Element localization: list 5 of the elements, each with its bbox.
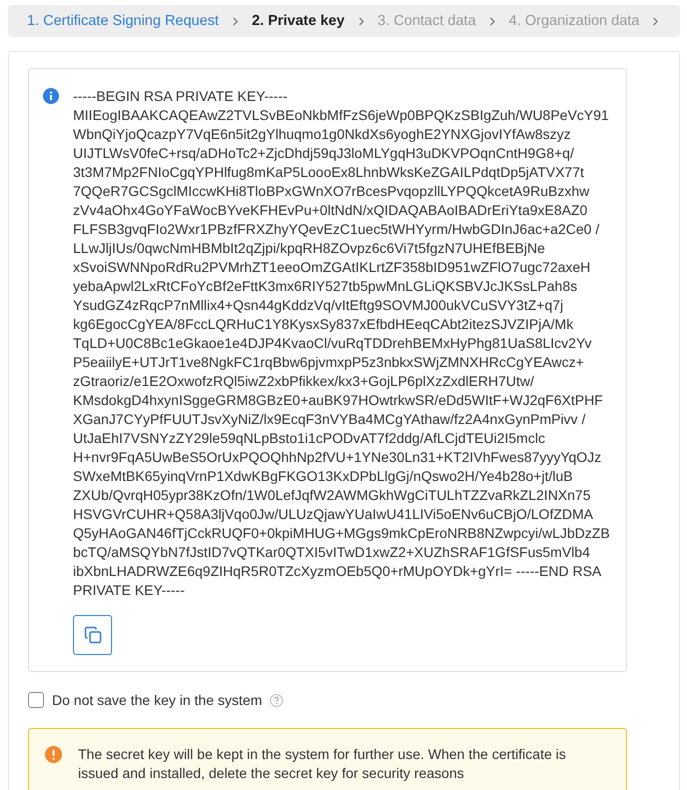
private-key-text: -----BEGIN RSA PRIVATE KEY----- MIIEogIBAAKCAQEAwZ2TVLSvBEoNkbMfFzS6jeWp0BPQKzSBIgZuh/WU8PeVcY91 WbnQiYjoQcazpY7VqE6n5it2gYlhuqmo1g0NkdXs6yoghE2YNXGjovIYfAw8szyz UIJTLWsV0feC+rsq/aDHoTc2+ZjcDhdj59qJ3loMLYgqH3uDKVPOqnCntH9G8+q/ 3t3M7Mp2FNIoCgqYPHlfug8mKaP5LoooEx8LhnbWksKeZGAILPdqtDp5jATVX77t 7QQeR7GCSgclMIccwKHi8TloBPxGWnXO7rBcesPvqopzllLYPQQkcetA9RuBzxhw zVv4aOhx4GoYFaWocBYveKFHEvPu+0ltNdN/xQIDAQABAoIBADrEriYta9xE8AZ0 FLFSB3gvqFIo2Wxr1PBzfFRXZhyYQevEzC1uec5tWHYyrm/HwbGDInJ6ac+a2Ce0 / LLwJljIUs/0qwcNmHBMbIt2qZjpi/kpqRH8ZOvpz6c6Vi7t5fgzN7UHEfBEBjNe xSvoiSWNNpoRdRu2PVMrhZT1eeoOmZGAtIKLrtZF358bID951wZFlO7ugc72axeH yebaApwl2LxRtCFoYcBf2eFttK3mx6RIY527tb5pwMnLGLiQKSBVJcJKSsLPah8s YsudGZ4zRqcP7nMllix4+Qsn44gKddzVq/vItEftg9SOVMJ00ukVCuSVY3tZ+q7j kg6EgocCgYEA/8FccLQRHuC1Y8KysxSy837xEfbdHEeqCAbt2itezSJVZIPjA/Mk TqLD+U0C8Bc1eGkaoe1e4DJP4KvaoCl/vuRqTDDrehBEMxHyPhg81UaS8LIcv2Yv P5eaiilyE+UTJrT1ve8NgkFC1rqBbw6pjvmxpP5z3nbkxSWjZMNXHRcCgYEAwcz+ zGtraoriz/e1E2OxwofzRQl5iwZ2xbPfikkex/kx3+GojLP6plXzZxdlERH7Utw/ KMsdokgD4hxynISggeGRM8GBzE0+auBK97HOwtrkwSR/eDd5WItF+WJ2qF6XtPHF XGanJ7CYyPfFUUTJsvXyNiZ/lx9EcqF3nVYBa4MCgYAthaw/fz2A4nxGynPmPivv / UtJaEhI7VSNYzZY29le59qNLpBsto1i1cPODvAT7f2ddg/AfLCjdTEUi2I5mclc H+nvr9FqA5UwBeS5OrUxPQOQhhNp2fVU+1YNe30Ln31+KT2IVhFwes87yyyYqOJz SWxeMtBK65yinqVrnP1XdwKBgFKGO13KxDPbLlgGj/nQswo2H/Ye4b28o+jt/luB ZXUb/QvrqH05ypr38KzOfn/1W0LefJqfW2AWMGkhWgCiTULhTZZvaRkZL2INXn75 HSVGVrCUHR+Q58A3ljVqo0Jw/ULUzQjawYUaIwU41LIVi5oENv6uCBjO/LOfZDMA Q5yHAoGAN46fTjCckRUQF0+0kpiMHUG+MGgs9mkCpEroNRB8NZwpcyi/wLJbDzZB bcTQ/aMSQYbN7fJstID7vQTKar0QTXI5vITwD1xwZ2+XUZhSRAF1GfSFus5mVlb4 ibXbnLHADRWZE6q9ZIHqR5R0TZcXyzmOEb5Q0+rMUpOYDk+gYrI= -----END RSA PRIVATE KEY----- xyxy=(73,87,610,600)
step-tab[interactable]: 2. Private key xyxy=(252,13,345,29)
warning-text: The secret key will be kept in the system for further use. When the certificate is issued and installed, delete the secret key for security reasons xyxy=(78,745,567,783)
step-tab[interactable]: 1. Certificate Signing Request xyxy=(27,13,219,29)
checkbox-label: Do not save the key in the system xyxy=(52,692,262,708)
